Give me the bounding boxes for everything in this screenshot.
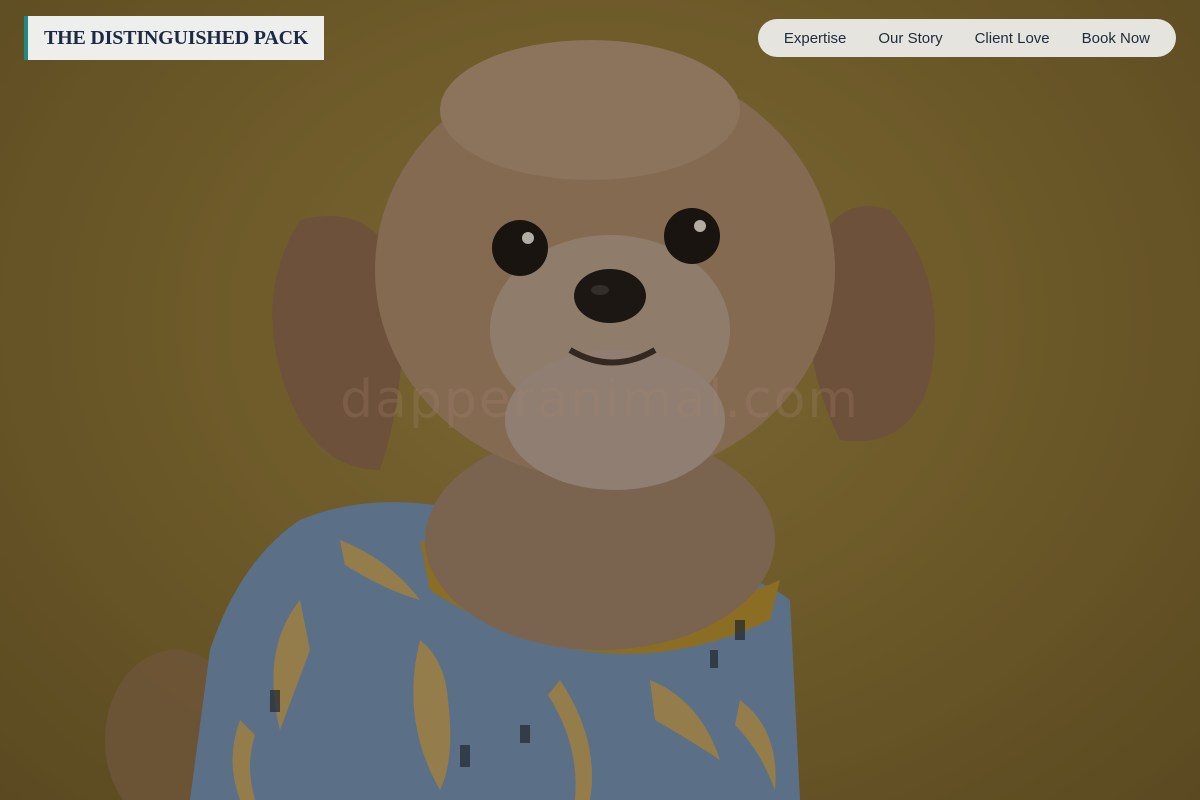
hero-dog-photo bbox=[105, 40, 935, 800]
nav-item-expertise[interactable]: Expertise bbox=[768, 30, 863, 47]
main-nav: Expertise Our Story Client Love Book Now bbox=[757, 19, 1176, 57]
nav-item-our-story[interactable]: Our Story bbox=[862, 30, 958, 47]
nav-item-client-love[interactable]: Client Love bbox=[959, 30, 1066, 47]
brand-name: THE DISTINGUISHED PACK bbox=[44, 26, 309, 49]
nav-item-book-now[interactable]: Book Now bbox=[1066, 30, 1166, 47]
brand-logo[interactable]: THE DISTINGUISHED PACK bbox=[24, 16, 325, 60]
hero-section: dapperanimal.com THE DISTINGUISHED PACK … bbox=[0, 0, 1200, 800]
